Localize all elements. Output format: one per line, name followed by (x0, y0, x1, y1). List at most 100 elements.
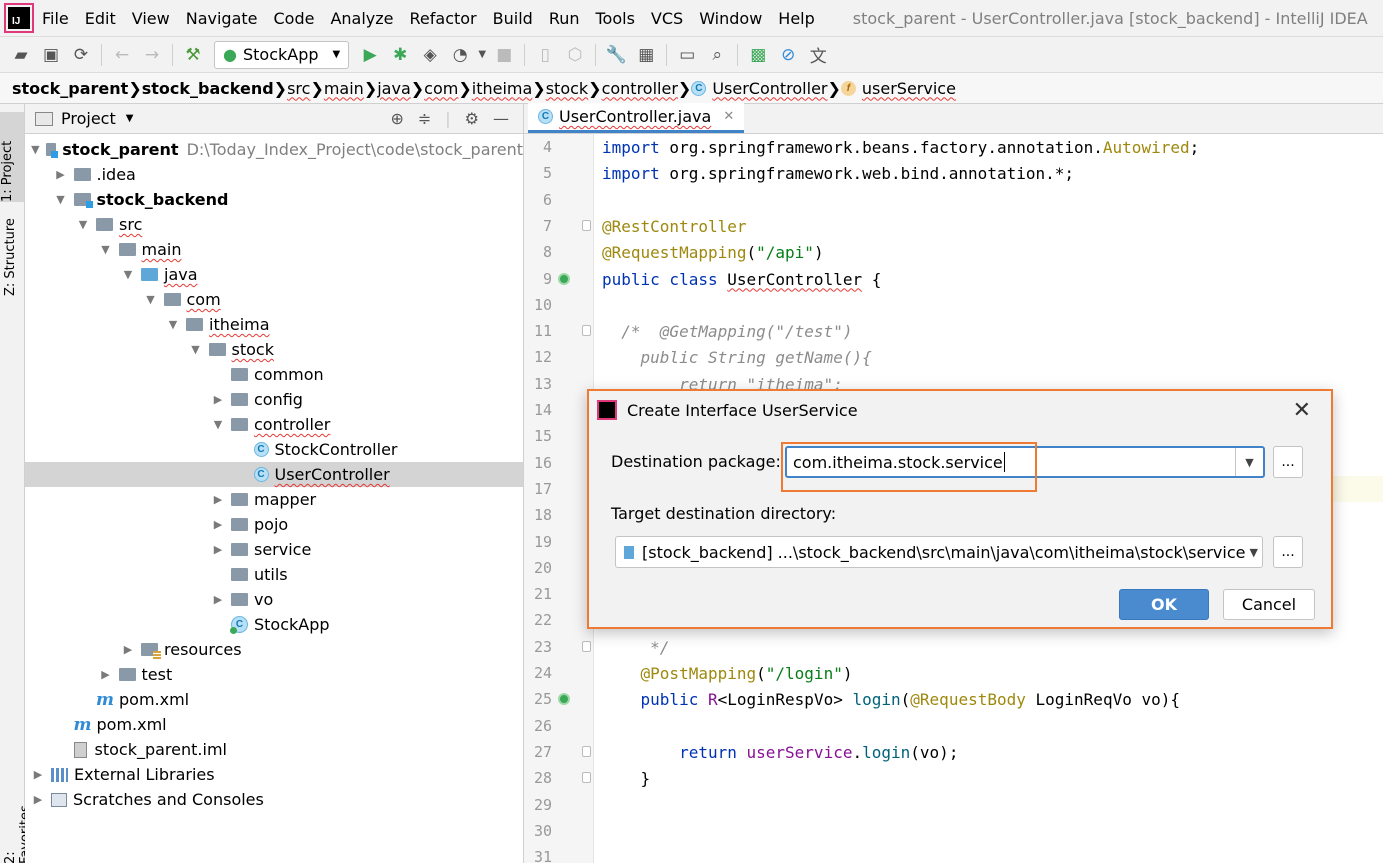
expand-right-icon[interactable]: ▶ (31, 793, 45, 806)
project-structure-icon[interactable]: ▦ (631, 40, 661, 70)
tree-item[interactable]: ▼ controller (25, 412, 523, 437)
menu-view[interactable]: View (132, 9, 170, 28)
sync-icon[interactable]: ⟳ (66, 40, 96, 70)
back-icon[interactable]: ← (107, 40, 137, 70)
tree-item[interactable]: ▼ java (25, 262, 523, 287)
locate-target-icon[interactable]: ⊕ (390, 109, 403, 128)
browse-package-button[interactable]: ... (1273, 446, 1303, 478)
menu-code[interactable]: Code (274, 9, 315, 28)
tree-item[interactable]: ▼ com (25, 287, 523, 312)
browse-directory-button[interactable]: ... (1273, 536, 1303, 568)
breadcrumb-item[interactable]: stock (546, 79, 588, 98)
menu-run[interactable]: Run (549, 9, 580, 28)
fold-marker-icon[interactable] (582, 640, 591, 652)
menu-analyze[interactable]: Analyze (330, 9, 393, 28)
run-config-select[interactable]: ● StockApp ▼ (214, 40, 350, 69)
target-directory-select[interactable]: [stock_backend] ...\stock_backend\src\ma… (615, 536, 1263, 568)
spring-bean-gutter-icon[interactable] (558, 693, 570, 706)
tree-item[interactable]: ▼ stock_backend (25, 187, 523, 212)
tree-item[interactable]: ▶ config (25, 387, 523, 412)
tree-item[interactable]: ▶ test (25, 662, 523, 687)
tree-item[interactable]: utils (25, 562, 523, 587)
breadcrumb-item[interactable]: C UserController (691, 79, 827, 98)
expand-down-icon[interactable]: ▼ (54, 193, 68, 206)
tree-item[interactable]: ▼ src (25, 212, 523, 237)
breadcrumb-item[interactable]: main (324, 79, 364, 98)
package-icon[interactable]: ⬡ (560, 40, 590, 70)
breadcrumb-item[interactable]: src (287, 79, 310, 98)
spring-bean-gutter-icon[interactable] (558, 272, 570, 285)
chevron-down-icon[interactable]: ▼ (1235, 448, 1263, 476)
menu-file[interactable]: File (42, 9, 69, 28)
save-all-icon[interactable]: ▣ (36, 40, 66, 70)
tree-item[interactable]: ▶ External Libraries (25, 762, 523, 787)
cancel-button[interactable]: Cancel (1223, 589, 1315, 620)
tab-usercontroller[interactable]: C UserController.java ✕ (528, 103, 745, 133)
coverage-icon[interactable]: ◈ (415, 40, 445, 70)
forward-icon[interactable]: → (137, 40, 167, 70)
tree-item[interactable]: C StockController (25, 437, 523, 462)
close-icon[interactable]: ✕ (723, 109, 734, 124)
device-icon[interactable]: ▯ (530, 40, 560, 70)
menu-navigate[interactable]: Navigate (186, 9, 258, 28)
breadcrumb-item[interactable]: com (424, 79, 458, 98)
expand-right-icon[interactable]: ▶ (211, 518, 225, 531)
tree-item[interactable]: ▶ mapper (25, 487, 523, 512)
debug-icon[interactable]: ✱ (385, 40, 415, 70)
tree-item[interactable]: ▶ pojo (25, 512, 523, 537)
fold-marker-icon[interactable] (582, 772, 591, 784)
tree-item[interactable]: ▼ stock_parent D:\Today_Index_Project\code… (25, 137, 523, 162)
expand-right-icon[interactable]: ▶ (31, 768, 45, 781)
menu-vcs[interactable]: VCS (651, 9, 683, 28)
expand-down-icon[interactable]: ▼ (166, 318, 180, 331)
fold-marker-icon[interactable] (582, 219, 591, 231)
chevron-down-icon[interactable]: ▼ (475, 40, 489, 70)
tree-item[interactable]: common (25, 362, 523, 387)
breadcrumb-item[interactable]: stock_parent (12, 79, 128, 98)
fold-marker-icon[interactable] (582, 745, 591, 757)
menu-refactor[interactable]: Refactor (410, 9, 477, 28)
tree-item[interactable]: stock_parent.iml (25, 737, 523, 762)
collapse-all-icon[interactable]: ≑ (418, 109, 431, 128)
stop-icon[interactable]: ■ (489, 40, 519, 70)
open-folder-icon[interactable]: ▰ (6, 40, 36, 70)
menu-build[interactable]: Build (493, 9, 533, 28)
expand-right-icon[interactable]: ▶ (121, 643, 135, 656)
no-entry-icon[interactable]: ⊘ (773, 40, 803, 70)
expand-right-icon[interactable]: ▶ (54, 168, 68, 181)
expand-down-icon[interactable]: ▼ (211, 418, 225, 431)
tree-item[interactable]: C UserController (25, 462, 523, 487)
fold-marker-icon[interactable] (582, 325, 591, 337)
expand-down-icon[interactable]: ▼ (99, 243, 113, 256)
wrench-settings-icon[interactable]: 🔧 (601, 40, 631, 70)
breadcrumb-item[interactable]: itheima (472, 79, 533, 98)
terminal-icon[interactable]: ▭ (672, 40, 702, 70)
build-hammer-icon[interactable]: ⚒ (178, 40, 208, 70)
tree-item[interactable]: m pom.xml (25, 687, 523, 712)
tool-tab-structure[interactable]: Z: Structure (3, 216, 18, 296)
run-icon[interactable]: ▶ (355, 40, 385, 70)
menu-edit[interactable]: Edit (85, 9, 116, 28)
tool-tab-project[interactable]: 1: Project (0, 112, 24, 202)
close-icon[interactable]: ✕ (1293, 398, 1311, 423)
tree-item[interactable]: ▶ .idea (25, 162, 523, 187)
tree-item[interactable]: ▼ itheima (25, 312, 523, 337)
menu-window[interactable]: Window (699, 9, 762, 28)
search-icon[interactable]: ⌕ (702, 40, 732, 70)
menu-help[interactable]: Help (778, 9, 814, 28)
tree-item[interactable]: ▼ main (25, 237, 523, 262)
expand-right-icon[interactable]: ▶ (211, 593, 225, 606)
breadcrumb-item[interactable]: f userService (840, 79, 956, 98)
expand-down-icon[interactable]: ▼ (121, 268, 135, 281)
expand-right-icon[interactable]: ▶ (211, 493, 225, 506)
tree-item[interactable]: m pom.xml (25, 712, 523, 737)
tree-item[interactable]: ▼ stock (25, 337, 523, 362)
ok-button[interactable]: OK (1119, 589, 1209, 620)
expand-right-icon[interactable]: ▶ (211, 393, 225, 406)
chevron-down-icon[interactable]: ▼ (1245, 546, 1262, 559)
expand-right-icon[interactable]: ▶ (99, 668, 113, 681)
profile-icon[interactable]: ◔ (445, 40, 475, 70)
expand-down-icon[interactable]: ▼ (31, 143, 40, 156)
breadcrumb-item[interactable]: java (377, 79, 411, 98)
chevron-down-icon[interactable]: ▼ (126, 113, 134, 124)
